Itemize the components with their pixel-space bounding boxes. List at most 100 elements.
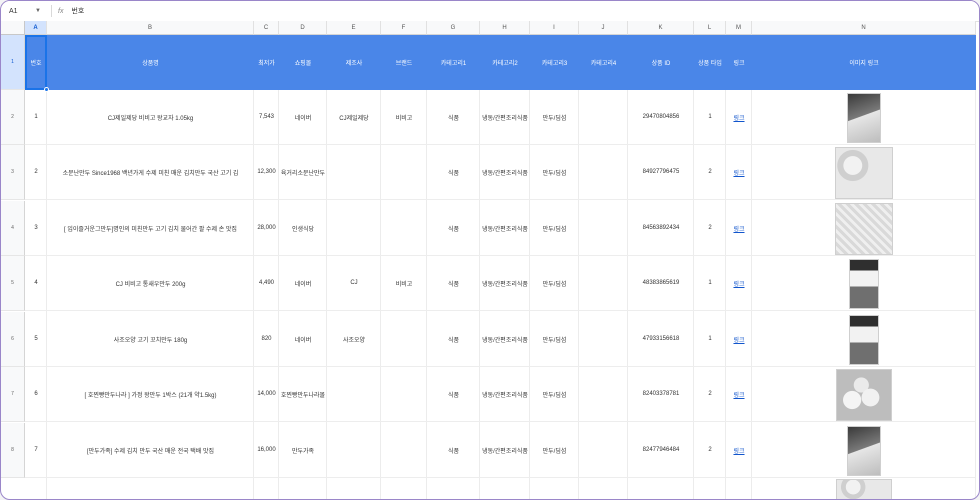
table-cell[interactable]: 만두/딤섬 [530, 256, 579, 311]
table-cell[interactable]: 식품 [427, 312, 480, 367]
table-cell[interactable]: 소문난만두 Since1968 백년가게 수제 미친 매운 김치만두 국산 고기… [47, 145, 254, 200]
column-header-m[interactable]: M [726, 21, 752, 35]
table-cell[interactable]: 냉동/간편조리식품 [480, 367, 530, 422]
table-cell[interactable]: 냉동/간편조리식품 [480, 201, 530, 256]
table-cell[interactable]: 6 [25, 367, 47, 422]
header-cell[interactable]: 카테고리3 [530, 35, 579, 90]
table-cell[interactable] [327, 367, 381, 422]
row-header-3[interactable]: 3 [1, 145, 25, 200]
table-cell[interactable]: 14,000 [254, 367, 279, 422]
row-header-6[interactable]: 6 [1, 312, 25, 367]
header-cell[interactable]: 카테고리4 [579, 35, 628, 90]
table-cell[interactable]: CJ제일제당 [327, 90, 381, 145]
table-cell[interactable]: 82477946484 [628, 423, 694, 478]
column-header-j[interactable]: J [579, 21, 628, 35]
table-cell[interactable] [381, 312, 427, 367]
column-header-e[interactable]: E [327, 21, 381, 35]
table-cell[interactable]: 1 [694, 256, 726, 311]
table-cell[interactable]: 호찐빵만두나라몰 [279, 367, 327, 422]
table-cell[interactable] [381, 201, 427, 256]
table-cell[interactable] [579, 201, 628, 256]
table-cell[interactable]: 4,490 [254, 256, 279, 311]
table-cell[interactable] [327, 423, 381, 478]
row-header-8[interactable]: 8 [1, 423, 25, 478]
table-cell[interactable]: 84563892434 [628, 201, 694, 256]
column-header-a[interactable]: A [25, 21, 47, 35]
column-header-n[interactable]: N [752, 21, 976, 35]
column-header-f[interactable]: F [381, 21, 427, 35]
table-cell[interactable]: 1 [694, 90, 726, 145]
chevron-down-icon[interactable]: ▼ [35, 8, 41, 14]
table-cell[interactable]: CJ 비비고 통새우만두 200g [47, 256, 254, 311]
table-cell[interactable]: [만두가족] 수제 김치 만두 국산 매운 전국 택배 맛집 [47, 423, 254, 478]
table-cell[interactable]: 비비고 [381, 90, 427, 145]
table-cell[interactable]: 2 [694, 201, 726, 256]
table-cell[interactable]: 28,000 [254, 201, 279, 256]
column-header-c[interactable]: C [254, 21, 279, 35]
table-cell[interactable] [579, 312, 628, 367]
row-header-4[interactable]: 4 [1, 201, 25, 256]
table-cell[interactable]: 1 [25, 90, 47, 145]
table-cell[interactable]: 네이버 [279, 312, 327, 367]
table-cell[interactable] [327, 201, 381, 256]
table-cell[interactable]: 냉동/간편조리식품 [480, 90, 530, 145]
table-cell[interactable]: 만두/딤섬 [530, 145, 579, 200]
table-cell[interactable]: 사조오양 고기 꼬치만두 180g [47, 312, 254, 367]
header-cell[interactable]: 카테고리1 [427, 35, 480, 90]
table-cell[interactable] [381, 367, 427, 422]
table-cell[interactable]: 식품 [427, 367, 480, 422]
table-cell[interactable]: 만두/딤섬 [530, 423, 579, 478]
table-cell[interactable]: 29470804856 [628, 90, 694, 145]
table-cell[interactable]: 2 [694, 145, 726, 200]
column-header-h[interactable]: H [480, 21, 530, 35]
table-cell[interactable]: 만두/딤섬 [530, 201, 579, 256]
row-header-7[interactable]: 7 [1, 367, 25, 422]
header-cell[interactable]: 제조사 [327, 35, 381, 90]
table-cell[interactable]: 네이버 [279, 256, 327, 311]
header-cell[interactable]: 상품 타입 [694, 35, 726, 90]
table-cell[interactable]: 식품 [427, 256, 480, 311]
table-cell[interactable]: 16,000 [254, 423, 279, 478]
table-cell[interactable] [579, 367, 628, 422]
table-cell[interactable]: 82403378781 [628, 367, 694, 422]
table-cell[interactable]: 식품 [427, 90, 480, 145]
table-cell[interactable]: 12,300 [254, 145, 279, 200]
table-cell[interactable]: 1 [694, 312, 726, 367]
header-cell[interactable]: 링크 [726, 35, 752, 90]
table-cell[interactable]: 만두/딤섬 [530, 90, 579, 145]
column-header-g[interactable]: G [427, 21, 480, 35]
header-cell[interactable]: 최저가 [254, 35, 279, 90]
table-cell[interactable]: 4 [25, 256, 47, 311]
product-link[interactable]: 링크 [726, 145, 752, 200]
column-header-b[interactable]: B [47, 21, 254, 35]
header-cell[interactable]: 쇼핑몰 [279, 35, 327, 90]
table-cell[interactable]: 냉동/간편조리식품 [480, 145, 530, 200]
table-cell[interactable]: 5 [25, 312, 47, 367]
table-cell[interactable]: 만두/딤섬 [530, 312, 579, 367]
table-cell[interactable]: 만두가족 [279, 423, 327, 478]
table-cell[interactable]: 인생식당 [279, 201, 327, 256]
table-cell[interactable]: 냉동/간편조리식품 [480, 312, 530, 367]
column-header-d[interactable]: D [279, 21, 327, 35]
header-cell[interactable]: 카테고리2 [480, 35, 530, 90]
table-cell[interactable]: 사조오양 [327, 312, 381, 367]
row-header-5[interactable]: 5 [1, 256, 25, 311]
table-cell[interactable]: 식품 [427, 145, 480, 200]
table-cell[interactable]: 냉동/간편조리식품 [480, 256, 530, 311]
table-cell[interactable]: 47933156618 [628, 312, 694, 367]
table-cell[interactable]: 820 [254, 312, 279, 367]
table-cell[interactable]: 네이버 [279, 90, 327, 145]
table-cell[interactable]: CJ제일제당 비비고 왕교자 1.05kg [47, 90, 254, 145]
table-cell[interactable]: 2 [694, 423, 726, 478]
product-link[interactable]: 링크 [726, 201, 752, 256]
column-header-k[interactable]: K [628, 21, 694, 35]
table-cell[interactable]: 48383865619 [628, 256, 694, 311]
header-cell[interactable]: 브랜드 [381, 35, 427, 90]
table-cell[interactable] [579, 145, 628, 200]
select-all-corner[interactable] [1, 21, 25, 35]
table-cell[interactable]: [ 호찐빵만두나라 ] 가정 왕만두 1박스 (21개 약1.5kg) [47, 367, 254, 422]
table-cell[interactable]: 7 [25, 423, 47, 478]
header-cell[interactable]: 이미지 링크 [752, 35, 976, 90]
table-cell[interactable] [579, 256, 628, 311]
name-box[interactable]: A1 ▼ [1, 8, 45, 15]
